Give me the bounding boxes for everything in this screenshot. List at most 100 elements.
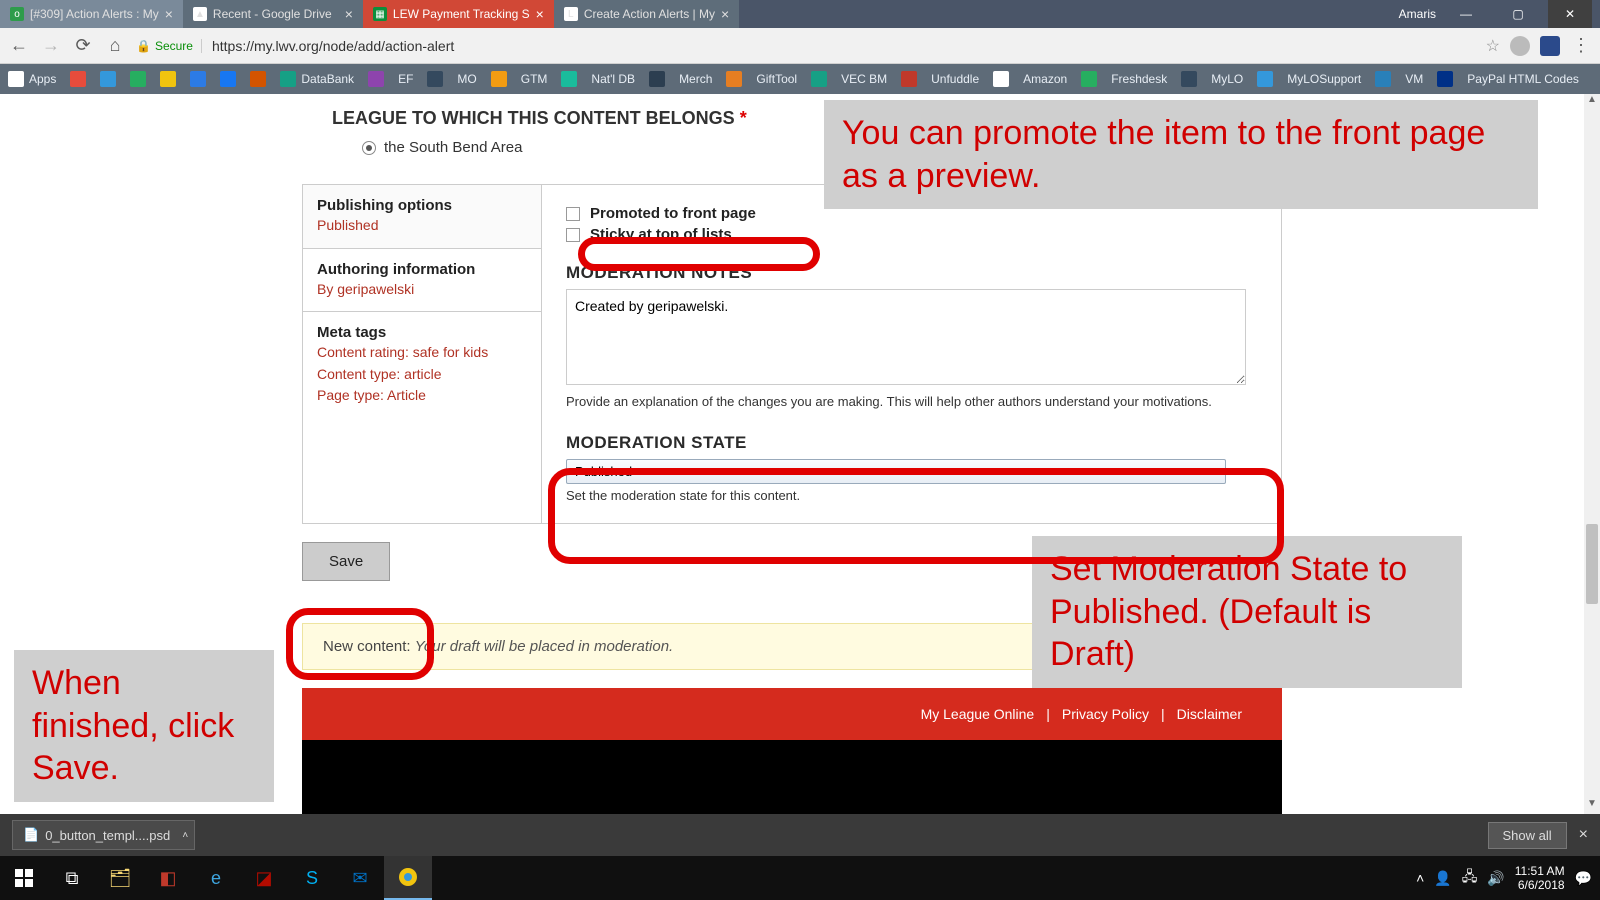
scroll-down-icon[interactable]: ▼: [1584, 798, 1600, 814]
taskbar-app[interactable]: ◧: [144, 856, 192, 900]
secure-indicator[interactable]: 🔒 Secure: [136, 39, 202, 53]
bookmark-databank[interactable]: DataBank: [280, 71, 354, 87]
notifications-icon[interactable]: 💬: [1575, 870, 1592, 887]
bookmark-item[interactable]: [1375, 71, 1391, 87]
chevron-up-icon[interactable]: ˄: [182, 830, 188, 841]
moderation-notes-input[interactable]: [566, 289, 1246, 385]
bookmark-item[interactable]: [368, 71, 384, 87]
profile-name[interactable]: Amaris: [1399, 7, 1436, 21]
bookmark-item[interactable]: [491, 71, 507, 87]
bookmark-item[interactable]: [190, 71, 206, 87]
window-minimize[interactable]: —: [1444, 0, 1488, 28]
bookmark-item[interactable]: [811, 71, 827, 87]
address-bar[interactable]: https://my.lwv.org/node/add/action-alert: [212, 38, 1476, 54]
chrome-icon[interactable]: [384, 856, 432, 900]
bookmark-item[interactable]: [427, 71, 443, 87]
bookmark-natldb[interactable]: Nat'l DB: [591, 72, 635, 86]
window-close[interactable]: ✕: [1548, 0, 1592, 28]
bookmark-item[interactable]: [130, 71, 146, 87]
bookmark-item[interactable]: [250, 71, 266, 87]
tab-lew-payment[interactable]: ▦ LEW Payment Tracking S ×: [363, 0, 554, 28]
bookmark-item[interactable]: [1081, 71, 1097, 87]
bookmark-mo[interactable]: MO: [457, 72, 476, 86]
bookmark-ef[interactable]: EF: [398, 72, 413, 86]
bookmark-item[interactable]: [160, 71, 176, 87]
close-icon[interactable]: ×: [165, 6, 173, 22]
file-explorer-icon[interactable]: 🗂: [96, 856, 144, 900]
bookmark-amazon[interactable]: Amazon: [1023, 72, 1067, 86]
bookmark-item[interactable]: [993, 71, 1009, 87]
footer-link-myleague[interactable]: My League Online: [921, 706, 1035, 722]
checkbox-icon[interactable]: [566, 207, 580, 221]
bookmark-vecbm[interactable]: VEC BM: [841, 72, 887, 86]
task-view-icon[interactable]: ⧉: [48, 856, 96, 900]
annotation-save: When finished, click Save.: [14, 650, 274, 802]
radio-selected-icon[interactable]: [362, 141, 376, 155]
vertical-scrollbar[interactable]: ▲ ▼: [1584, 94, 1600, 814]
bookmark-freshdesk[interactable]: Freshdesk: [1111, 72, 1167, 86]
scrollbar-thumb[interactable]: [1586, 524, 1598, 604]
tab-create-alerts[interactable]: L Create Action Alerts | My ×: [554, 0, 739, 28]
bookmark-item[interactable]: [1257, 71, 1273, 87]
bookmark-mylo[interactable]: MyLO: [1211, 72, 1243, 86]
outlook-icon[interactable]: ✉: [336, 856, 384, 900]
bookmark-paypal[interactable]: PayPal HTML Codes: [1467, 72, 1579, 86]
bookmark-item[interactable]: [561, 71, 577, 87]
people-icon[interactable]: 👤: [1434, 870, 1451, 887]
scroll-up-icon[interactable]: ▲: [1584, 94, 1600, 110]
tab-meta-tags[interactable]: Meta tags Content rating: safe for kids …: [303, 312, 541, 418]
reload-icon[interactable]: ⟳: [72, 35, 94, 56]
taskbar-clock[interactable]: 11:51 AM 6/6/2018: [1515, 864, 1565, 893]
download-item[interactable]: 📄 0_button_templ....psd ˄: [12, 820, 195, 850]
tab-publishing-options[interactable]: Publishing options Published: [303, 185, 541, 249]
footer-link-disclaimer[interactable]: Disclaimer: [1177, 706, 1242, 722]
bookmark-item[interactable]: [70, 71, 86, 87]
bookmark-merch[interactable]: Merch: [679, 72, 712, 86]
bookmark-item[interactable]: [901, 71, 917, 87]
extension-icon[interactable]: [1540, 36, 1560, 56]
home-icon[interactable]: ⌂: [104, 35, 126, 56]
save-button[interactable]: Save: [302, 542, 390, 581]
footer-link-privacy[interactable]: Privacy Policy: [1062, 706, 1149, 722]
bookmark-item[interactable]: [1181, 71, 1197, 87]
close-icon[interactable]: ×: [536, 6, 544, 22]
sticky-checkbox-row[interactable]: Sticky at top of lists: [566, 226, 1261, 243]
options-container: Publishing options Published Authoring i…: [302, 184, 1282, 524]
window-maximize[interactable]: ▢: [1496, 0, 1540, 28]
favicon: ▲: [193, 7, 207, 21]
bookmark-vm[interactable]: VM: [1405, 72, 1423, 86]
extension-icon[interactable]: [1510, 36, 1530, 56]
apps-button[interactable]: Apps: [8, 71, 56, 87]
bookmark-star-icon[interactable]: ☆: [1486, 36, 1500, 56]
bookmark-unfuddle[interactable]: Unfuddle: [931, 72, 979, 86]
bookmark-gifttool[interactable]: GiftTool: [756, 72, 797, 86]
back-icon[interactable]: ←: [8, 35, 30, 56]
start-button[interactable]: [0, 856, 48, 900]
bookmark-item[interactable]: [1437, 71, 1453, 87]
tray-chevron-icon[interactable]: ˄: [1416, 870, 1424, 886]
network-icon[interactable]: 🖧: [1462, 866, 1478, 890]
moderation-state-select[interactable]: Published ▼: [566, 459, 1226, 484]
edge-icon[interactable]: e: [192, 856, 240, 900]
browser-tab-strip: o [#309] Action Alerts : My × ▲ Recent -…: [0, 0, 1600, 28]
tab-google-drive[interactable]: ▲ Recent - Google Drive ×: [183, 0, 363, 28]
bookmark-mylosupport[interactable]: MyLOSupport: [1287, 72, 1361, 86]
acrobat-icon[interactable]: ◪: [240, 856, 288, 900]
skype-icon[interactable]: S: [288, 856, 336, 900]
sticky-label: Sticky at top of lists: [590, 226, 732, 243]
forward-icon[interactable]: →: [40, 35, 62, 56]
checkbox-icon[interactable]: [566, 228, 580, 242]
close-icon[interactable]: ×: [345, 6, 353, 22]
tab-authoring-info[interactable]: Authoring information By geripawelski: [303, 249, 541, 313]
close-icon[interactable]: ×: [1579, 826, 1588, 844]
menu-icon[interactable]: ⋮: [1570, 35, 1592, 56]
bookmark-item[interactable]: [220, 71, 236, 87]
bookmark-gtm[interactable]: GTM: [521, 72, 548, 86]
tab-action-alerts[interactable]: o [#309] Action Alerts : My ×: [0, 0, 183, 28]
bookmark-item[interactable]: [726, 71, 742, 87]
show-all-downloads-button[interactable]: Show all: [1488, 822, 1567, 849]
close-icon[interactable]: ×: [721, 6, 729, 22]
bookmark-item[interactable]: [100, 71, 116, 87]
volume-icon[interactable]: 🔊: [1487, 870, 1504, 887]
bookmark-item[interactable]: [649, 71, 665, 87]
